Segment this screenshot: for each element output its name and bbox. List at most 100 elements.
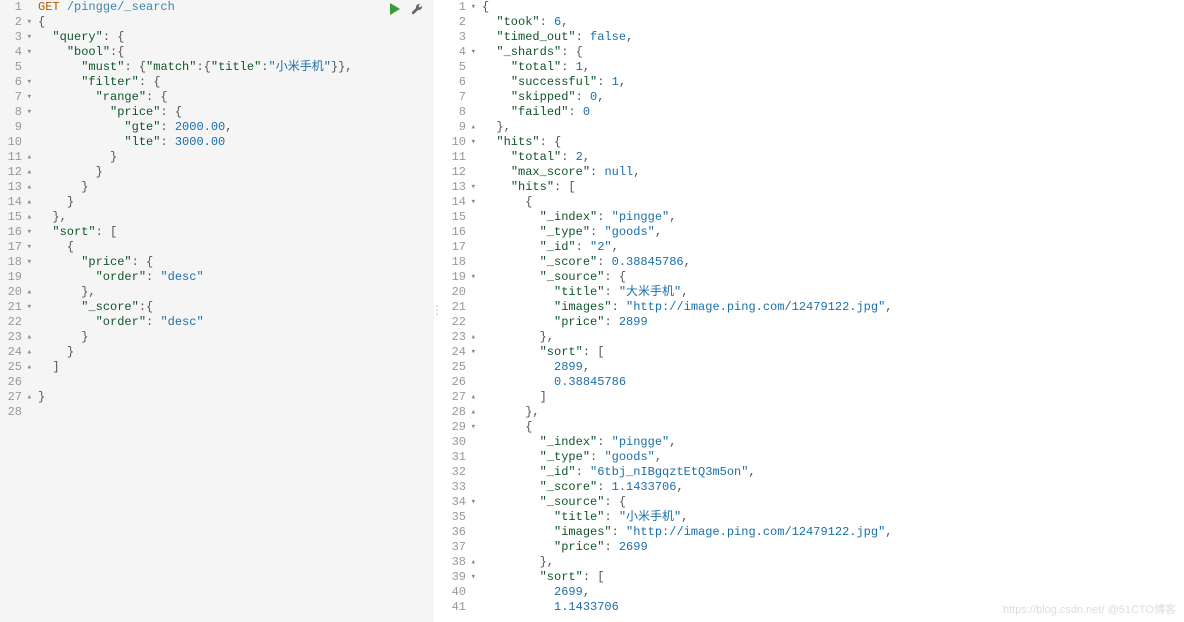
code-line[interactable]: "took": 6, [482,15,1184,30]
fold-toggle-icon[interactable]: ▾ [24,30,32,45]
code-line[interactable]: }, [482,555,1184,570]
code-line[interactable]: "sort": [ [482,570,1184,585]
code-line[interactable]: 2699, [482,585,1184,600]
code-line[interactable]: "hits": [ [482,180,1184,195]
code-line[interactable]: "bool":{ [38,45,434,60]
code-line[interactable]: { [482,195,1184,210]
code-line[interactable]: } [38,150,434,165]
fold-toggle-icon[interactable]: ▴ [468,555,476,570]
code-line[interactable]: } [38,345,434,360]
code-line[interactable]: }, [38,285,434,300]
code-line[interactable]: GET /pingge/_search [38,0,434,15]
code-line[interactable]: } [38,390,434,405]
code-line[interactable]: "timed_out": false, [482,30,1184,45]
code-line[interactable]: "order": "desc" [38,270,434,285]
fold-toggle-icon[interactable]: ▾ [468,420,476,435]
fold-toggle-icon[interactable]: ▾ [468,345,476,360]
fold-toggle-icon[interactable]: ▾ [468,45,476,60]
play-icon[interactable] [388,2,402,16]
code-line[interactable]: "total": 2, [482,150,1184,165]
code-line[interactable]: } [38,195,434,210]
wrench-icon[interactable] [410,2,424,16]
code-line[interactable]: "order": "desc" [38,315,434,330]
code-line[interactable]: "_source": { [482,495,1184,510]
code-line[interactable]: { [38,15,434,30]
code-line[interactable]: "title": "大米手机", [482,285,1184,300]
code-line[interactable]: "_score":{ [38,300,434,315]
code-line[interactable]: ] [482,390,1184,405]
code-line[interactable]: "price": 2699 [482,540,1184,555]
code-line[interactable]: "query": { [38,30,434,45]
fold-toggle-icon[interactable]: ▾ [24,225,32,240]
code-line[interactable]: 0.38845786 [482,375,1184,390]
fold-toggle-icon[interactable]: ▴ [468,330,476,345]
code-line[interactable]: "_shards": { [482,45,1184,60]
code-line[interactable]: }, [38,210,434,225]
fold-toggle-icon[interactable]: ▾ [468,195,476,210]
fold-toggle-icon[interactable]: ▾ [24,45,32,60]
code-line[interactable]: "_index": "pingge", [482,435,1184,450]
code-line[interactable]: "_source": { [482,270,1184,285]
code-line[interactable]: "filter": { [38,75,434,90]
fold-toggle-icon[interactable]: ▴ [24,180,32,195]
code-line[interactable]: "_id": "2", [482,240,1184,255]
fold-toggle-icon[interactable]: ▴ [24,210,32,225]
fold-toggle-icon[interactable]: ▾ [24,15,32,30]
request-editor-pane[interactable]: 12▾3▾4▾56▾7▾8▾91011▴12▴13▴14▴15▴16▾17▾18… [0,0,434,622]
code-line[interactable]: "_score": 0.38845786, [482,255,1184,270]
code-line[interactable]: "max_score": null, [482,165,1184,180]
fold-toggle-icon[interactable]: ▾ [468,135,476,150]
code-line[interactable] [38,405,434,420]
code-line[interactable]: "skipped": 0, [482,90,1184,105]
fold-toggle-icon[interactable]: ▾ [24,300,32,315]
code-line[interactable]: "failed": 0 [482,105,1184,120]
fold-toggle-icon[interactable]: ▾ [24,240,32,255]
fold-toggle-icon[interactable]: ▴ [24,150,32,165]
code-line[interactable]: "_type": "goods", [482,225,1184,240]
code-line[interactable]: "successful": 1, [482,75,1184,90]
code-line[interactable]: "range": { [38,90,434,105]
code-line[interactable]: "_index": "pingge", [482,210,1184,225]
code-line[interactable]: "_score": 1.1433706, [482,480,1184,495]
fold-toggle-icon[interactable]: ▾ [24,75,32,90]
code-line[interactable]: "images": "http://image.ping.com/1247912… [482,300,1184,315]
fold-toggle-icon[interactable]: ▴ [24,195,32,210]
code-line[interactable]: } [38,180,434,195]
code-line[interactable]: "must": {"match":{"title":"小米手机"}}, [38,60,434,75]
code-line[interactable]: { [38,240,434,255]
fold-toggle-icon[interactable]: ▾ [468,0,476,15]
code-line[interactable]: 2899, [482,360,1184,375]
code-line[interactable]: "hits": { [482,135,1184,150]
code-line[interactable] [38,375,434,390]
code-line[interactable]: }, [482,330,1184,345]
code-line[interactable]: "price": 2899 [482,315,1184,330]
fold-toggle-icon[interactable]: ▾ [468,570,476,585]
code-line[interactable]: } [38,165,434,180]
code-line[interactable]: }, [482,120,1184,135]
code-line[interactable]: "_type": "goods", [482,450,1184,465]
response-viewer-pane[interactable]: 1▾234▾56789▴10▾111213▾14▾1516171819▾2021… [440,0,1184,622]
code-line[interactable]: "price": { [38,105,434,120]
fold-toggle-icon[interactable]: ▴ [468,390,476,405]
code-line[interactable]: "price": { [38,255,434,270]
code-line[interactable]: "sort": [ [38,225,434,240]
fold-toggle-icon[interactable]: ▴ [24,165,32,180]
code-line[interactable]: "images": "http://image.ping.com/1247912… [482,525,1184,540]
request-code[interactable]: GET /pingge/_search{ "query": { "bool":{… [38,0,434,420]
fold-toggle-icon[interactable]: ▴ [468,120,476,135]
code-line[interactable]: "title": "小米手机", [482,510,1184,525]
fold-toggle-icon[interactable]: ▾ [468,495,476,510]
code-line[interactable]: { [482,0,1184,15]
fold-toggle-icon[interactable]: ▴ [24,345,32,360]
code-line[interactable]: "lte": 3000.00 [38,135,434,150]
code-line[interactable]: "total": 1, [482,60,1184,75]
code-line[interactable]: ] [38,360,434,375]
fold-toggle-icon[interactable]: ▴ [24,330,32,345]
fold-toggle-icon[interactable]: ▴ [24,360,32,375]
fold-toggle-icon[interactable]: ▾ [24,90,32,105]
fold-toggle-icon[interactable]: ▾ [24,255,32,270]
fold-toggle-icon[interactable]: ▾ [468,270,476,285]
code-line[interactable]: 1.1433706 [482,600,1184,615]
fold-toggle-icon[interactable]: ▴ [24,390,32,405]
code-line[interactable]: } [38,330,434,345]
